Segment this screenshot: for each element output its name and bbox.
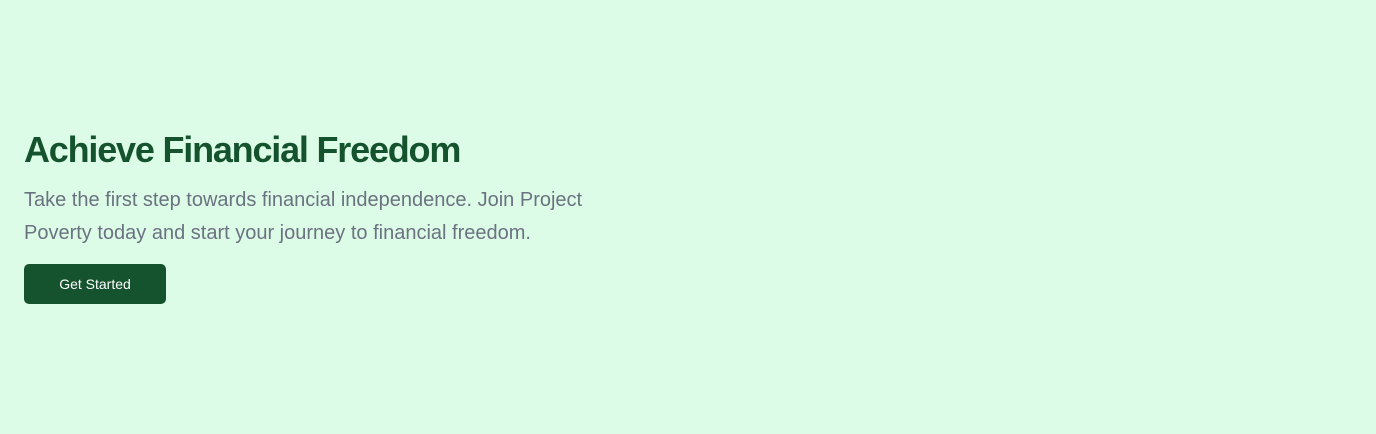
hero-section: Achieve Financial Freedom Take the first… [0, 0, 1376, 434]
hero-subtitle: Take the first step towards financial in… [24, 189, 583, 244]
hero-content: Achieve Financial Freedom Take the first… [24, 128, 664, 304]
get-started-button[interactable]: Get Started [24, 264, 166, 304]
hero-title: Achieve Financial Freedom [24, 129, 461, 170]
